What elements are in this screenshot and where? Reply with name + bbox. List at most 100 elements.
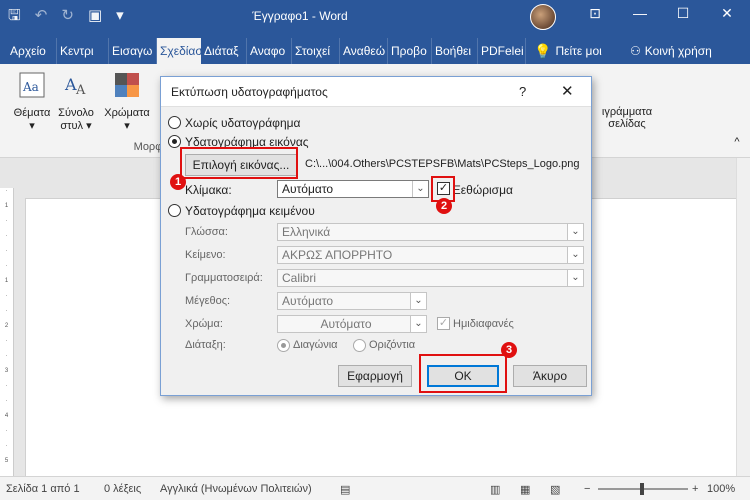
tab-file[interactable]: Αρχείο: [0, 38, 57, 64]
themes-label: Θέματα: [13, 107, 51, 119]
tab-help[interactable]: Βοήθει: [432, 38, 478, 64]
zoom-level[interactable]: 100%: [707, 483, 735, 495]
tab-pdfelement[interactable]: PDFelei: [478, 38, 526, 64]
chevron-down-icon[interactable]: ⌄: [412, 181, 428, 197]
style-set-label-1: Σύνολο: [58, 107, 94, 119]
tell-me-box[interactable]: 💡 Πείτε μοι: [526, 38, 626, 64]
share-label: Κοινή χρήση: [644, 44, 712, 58]
print-layout-icon[interactable]: ▦: [520, 483, 530, 496]
vertical-scrollbar[interactable]: [736, 158, 750, 476]
ribbon-tabs: Αρχείο Κεντρι Εισαγω Σχεδίασ Διάταξ Αναφ…: [0, 34, 750, 64]
washout-label: Ξεθώρισμα: [453, 183, 513, 197]
diagonal-radio[interactable]: [277, 339, 290, 352]
colors-label: Χρώματα: [104, 107, 150, 119]
chevron-down-icon[interactable]: ⌄: [410, 293, 426, 309]
status-bar: Σελίδα 1 από 1 0 λέξεις Αγγλικά (Ηνωμένω…: [0, 476, 750, 500]
status-words[interactable]: 0 λέξεις: [104, 483, 141, 495]
share-button[interactable]: ⚇ Κοινή χρήση: [626, 38, 715, 64]
page-borders-label-2: σελίδας: [608, 118, 646, 130]
status-language[interactable]: Αγγλικά (Ηνωμένων Πολιτειών): [160, 483, 312, 495]
font-combo[interactable]: Calibri ⌄: [277, 269, 584, 287]
text-combo[interactable]: ΑΚΡΩΣ ΑΠΟΡΡΗΤΟ ⌄: [277, 246, 584, 264]
cancel-button[interactable]: Άκυρο: [513, 365, 587, 387]
tab-home[interactable]: Κεντρι: [57, 38, 109, 64]
style-set-dropdown-icon: ▾: [86, 120, 92, 132]
color-label: Χρώμα:: [185, 318, 223, 330]
language-label: Γλώσσα:: [185, 226, 228, 238]
color-value: Αυτόματο: [320, 317, 372, 331]
colors-dropdown-icon: ▾: [124, 120, 130, 132]
read-mode-icon[interactable]: ▥: [490, 483, 500, 496]
zoom-out-button[interactable]: −: [584, 483, 590, 495]
tab-references[interactable]: Αναφο: [247, 38, 292, 64]
close-window-icon[interactable]: ✕: [712, 5, 742, 22]
picture-path: C:\...\004.Others\PCSTEPSFB\Mats\PCSteps…: [305, 158, 580, 170]
svg-text:Aa: Aa: [22, 80, 39, 94]
close-icon[interactable]: ✕: [561, 82, 574, 100]
chevron-down-icon[interactable]: ⌄: [567, 247, 583, 263]
chevron-down-icon[interactable]: ⌄: [567, 270, 583, 286]
size-combo[interactable]: Αυτόματο ⌄: [277, 292, 427, 310]
ribbon-display-options-icon[interactable]: ⊡: [580, 5, 610, 22]
semitransparent-label: Ημιδιαφανές: [453, 318, 514, 330]
dialog-title-bar: Εκτύπωση υδατογραφήματος ? ✕: [161, 77, 591, 107]
style-set-button[interactable]: A A Σύνολο στυλ ▾: [54, 70, 98, 132]
tab-design[interactable]: Σχεδίασ: [157, 38, 203, 64]
page-borders-label-1: ιγράμματα: [601, 106, 653, 118]
no-watermark-radio[interactable]: [168, 116, 181, 129]
language-value: Ελληνικά: [282, 225, 331, 239]
person-icon: ⚇: [630, 44, 641, 58]
highlight-ok: [419, 354, 507, 393]
diagonal-label: Διαγώνια: [293, 339, 338, 351]
font-value: Calibri: [282, 271, 317, 285]
tell-me-label: Πείτε μοι: [555, 44, 602, 58]
chevron-down-icon[interactable]: ⌄: [410, 316, 426, 332]
text-watermark-label: Υδατογράφημα κειμένου: [185, 204, 315, 218]
zoom-slider-handle[interactable]: [640, 483, 644, 495]
step-badge-3: 3: [501, 342, 517, 358]
step-badge-2: 2: [436, 198, 452, 214]
dialog-title: Εκτύπωση υδατογραφήματος: [171, 85, 328, 99]
user-avatar[interactable]: [530, 4, 556, 30]
scale-combo[interactable]: Αυτόματο ⌄: [277, 180, 429, 198]
zoom-in-button[interactable]: +: [692, 483, 698, 495]
collapse-ribbon-icon[interactable]: ^: [730, 136, 744, 148]
window-title: Έγγραφο1 - Word: [252, 9, 348, 23]
scale-label: Κλίμακα:: [185, 183, 232, 197]
size-value: Αυτόματο: [282, 294, 334, 308]
themes-button[interactable]: Aa Θέματα ▾: [10, 70, 54, 132]
tab-view[interactable]: Προβο: [388, 38, 432, 64]
printed-watermark-dialog: Εκτύπωση υδατογραφήματος ? ✕ Χωρίς υδατο…: [160, 76, 592, 396]
proofing-icon[interactable]: ▤: [340, 483, 350, 496]
themes-dropdown-icon: ▾: [29, 120, 35, 132]
web-layout-icon[interactable]: ▧: [550, 483, 560, 496]
font-label: Γραμματοσειρά:: [185, 272, 263, 284]
text-label: Κείμενο:: [185, 249, 226, 261]
vertical-ruler: · 1 · · · · 1 · · 2 · · 3 · · 4 · · 5: [0, 188, 14, 488]
minimize-icon[interactable]: —: [625, 5, 655, 21]
style-set-label-2: στυλ: [60, 120, 84, 132]
help-icon[interactable]: ?: [519, 84, 526, 99]
page-borders-button[interactable]: ιγράμματα σελίδας: [592, 106, 662, 130]
text-watermark-radio[interactable]: [168, 204, 181, 217]
semitransparent-checkbox[interactable]: ✓: [437, 317, 450, 330]
language-combo[interactable]: Ελληνικά ⌄: [277, 223, 584, 241]
status-page[interactable]: Σελίδα 1 από 1: [6, 483, 80, 495]
scale-value: Αυτόματο: [282, 182, 334, 196]
color-combo[interactable]: Αυτόματο ⌄: [277, 315, 427, 333]
apply-button[interactable]: Εφαρμογή: [338, 365, 412, 387]
style-set-icon: A A: [64, 75, 86, 98]
horizontal-radio[interactable]: [353, 339, 366, 352]
colors-button[interactable]: Χρώματα ▾: [102, 70, 152, 132]
tab-insert[interactable]: Εισαγω: [109, 38, 157, 64]
tab-review[interactable]: Αναθεώ: [340, 38, 388, 64]
maximize-icon[interactable]: ☐: [668, 5, 698, 22]
title-bar: 🖫 ↶ ↻ ▣ ▾ Έγγραφο1 - Word ⊡ — ☐ ✕: [0, 0, 750, 34]
tab-mailings[interactable]: Στοιχεί: [292, 38, 340, 64]
tab-layout[interactable]: Διάταξ: [201, 38, 247, 64]
no-watermark-label: Χωρίς υδατογράφημα: [185, 116, 301, 130]
chevron-down-icon[interactable]: ⌄: [567, 224, 583, 240]
horizontal-label: Οριζόντια: [369, 339, 416, 351]
lightbulb-icon: 💡: [534, 43, 552, 59]
step-badge-1: 1: [170, 174, 186, 190]
